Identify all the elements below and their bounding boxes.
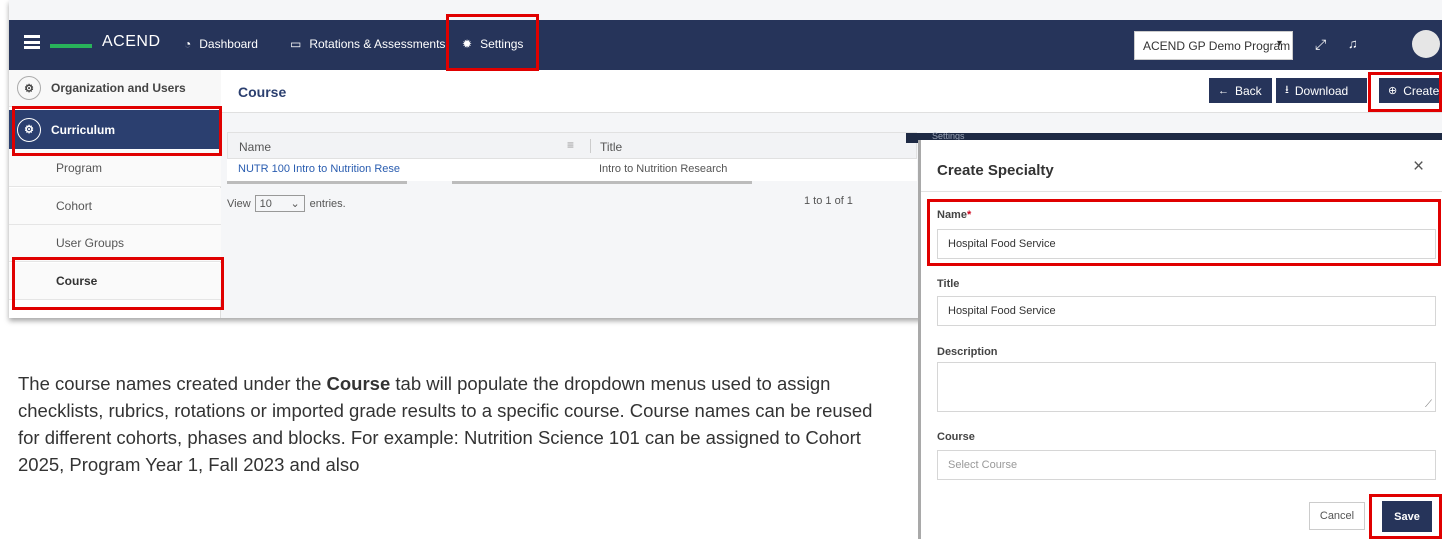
- resize-handle-icon[interactable]: ⟋: [1425, 399, 1432, 410]
- course-label: Course: [937, 431, 975, 443]
- sidebar: ⚙ Organization and Users ⚙ Curriculum Pr…: [9, 70, 221, 318]
- hamburger-menu-icon[interactable]: [23, 33, 41, 51]
- course-table: Name ≡ Title NUTR 100 Intro to Nutrition…: [227, 128, 917, 186]
- create-specialty-modal: Create Specialty × Name* Hospital Food S…: [918, 140, 1442, 539]
- caption-bold: Course: [326, 373, 391, 394]
- name-label-text: Name: [937, 209, 967, 221]
- avatar[interactable]: [1412, 30, 1440, 58]
- arrow-left-icon: ←: [1218, 84, 1229, 97]
- horizontal-scrollbar[interactable]: [227, 181, 407, 184]
- nav-rotations-label: Rotations & Assessments: [309, 37, 446, 51]
- organization-icon: ⚙: [17, 76, 41, 100]
- caption-text: The course names created under the Cours…: [18, 370, 898, 478]
- page-header: Course ← Back ⭳ Download ⊕ Create: [221, 70, 1442, 113]
- description-textarea[interactable]: ⟋: [937, 362, 1436, 412]
- top-navbar: ACEND ◔ Dashboard ▭ Rotations & Assessme…: [9, 20, 1442, 70]
- bell-icon[interactable]: ♫: [1348, 36, 1358, 51]
- title-input[interactable]: Hospital Food Service: [937, 296, 1436, 326]
- caption-part1: The course names created under the: [18, 373, 327, 394]
- chevron-down-icon: ⌄: [290, 198, 300, 210]
- column-menu-icon[interactable]: ≡: [567, 138, 574, 152]
- monitor-icon: ▭: [290, 37, 302, 51]
- required-mark: *: [966, 209, 972, 221]
- dashboard-icon: ◔: [184, 37, 192, 51]
- horizontal-scrollbar[interactable]: [452, 181, 752, 184]
- pager-view-label: View: [227, 197, 251, 210]
- entries-select-value: 10: [259, 197, 272, 210]
- title-label: Title: [937, 278, 960, 290]
- cell-name[interactable]: NUTR 100 Intro to Nutrition Rese: [238, 163, 402, 175]
- table-header: Name ≡ Title: [227, 132, 917, 159]
- sidebar-section-label: Curriculum: [51, 122, 116, 137]
- curriculum-icon: ⚙: [17, 117, 41, 142]
- program-select[interactable]: ACEND GP Demo Program ▾: [1134, 31, 1293, 60]
- cancel-button[interactable]: Cancel: [1309, 502, 1365, 530]
- table-row[interactable]: NUTR 100 Intro to Nutrition Rese Intro t…: [227, 159, 917, 181]
- program-select-value: ACEND GP Demo Program: [1143, 38, 1291, 53]
- expand-icon[interactable]: ⤢: [1315, 36, 1326, 53]
- logo-bar: [50, 44, 92, 48]
- nav-settings-label: Settings: [480, 37, 524, 51]
- entries-select[interactable]: 10 ⌄: [254, 195, 305, 212]
- chevron-down-icon: ▾: [1276, 38, 1282, 49]
- create-button[interactable]: ⊕ Create: [1379, 78, 1442, 103]
- column-header-name[interactable]: Name: [239, 140, 271, 154]
- sidebar-item-program[interactable]: Program: [9, 150, 221, 187]
- download-button-label: Download: [1294, 83, 1349, 98]
- pager-entries-label: entries.: [309, 197, 346, 210]
- close-icon[interactable]: ×: [1413, 156, 1424, 178]
- back-button-label: Back: [1235, 83, 1262, 98]
- sidebar-section-label: Organization and Users: [51, 81, 186, 95]
- back-button[interactable]: ← Back: [1209, 78, 1272, 103]
- sidebar-item-user-groups[interactable]: User Groups: [9, 225, 221, 262]
- create-button-label: Create: [1403, 83, 1440, 98]
- download-button[interactable]: ⭳ Download: [1276, 78, 1367, 103]
- course-select[interactable]: Select Course: [937, 450, 1436, 480]
- nav-dashboard[interactable]: ◔ Dashboard: [184, 37, 258, 51]
- page-title: Course: [238, 84, 287, 100]
- nav-dashboard-label: Dashboard: [199, 37, 258, 51]
- name-input[interactable]: Hospital Food Service: [937, 229, 1436, 259]
- modal-title: Create Specialty: [937, 162, 1054, 179]
- gear-icon: ✹: [462, 37, 473, 51]
- app-title: ACEND: [102, 33, 161, 50]
- column-separator: [590, 139, 591, 153]
- cell-title: Intro to Nutrition Research: [599, 163, 728, 175]
- sidebar-section-curriculum[interactable]: ⚙ Curriculum: [9, 110, 221, 149]
- nav-settings[interactable]: ✹ Settings: [462, 37, 523, 51]
- sidebar-item-cohort[interactable]: Cohort: [9, 188, 221, 225]
- sidebar-section-organization[interactable]: ⚙ Organization and Users: [9, 70, 221, 107]
- column-header-title[interactable]: Title: [600, 140, 622, 154]
- sidebar-item-course[interactable]: Course: [9, 263, 221, 300]
- nav-rotations[interactable]: ▭ Rotations & Assessments: [290, 37, 445, 51]
- plus-circle-icon: ⊕: [1388, 85, 1398, 97]
- download-icon: ⭳: [1285, 84, 1289, 96]
- divider: [921, 191, 1442, 192]
- pager-range: 1 to 1 of 1: [804, 195, 853, 207]
- pager: View 10 ⌄ entries.: [227, 195, 346, 212]
- name-label: Name*: [937, 209, 971, 221]
- description-label: Description: [937, 346, 998, 358]
- save-button[interactable]: Save: [1382, 501, 1432, 532]
